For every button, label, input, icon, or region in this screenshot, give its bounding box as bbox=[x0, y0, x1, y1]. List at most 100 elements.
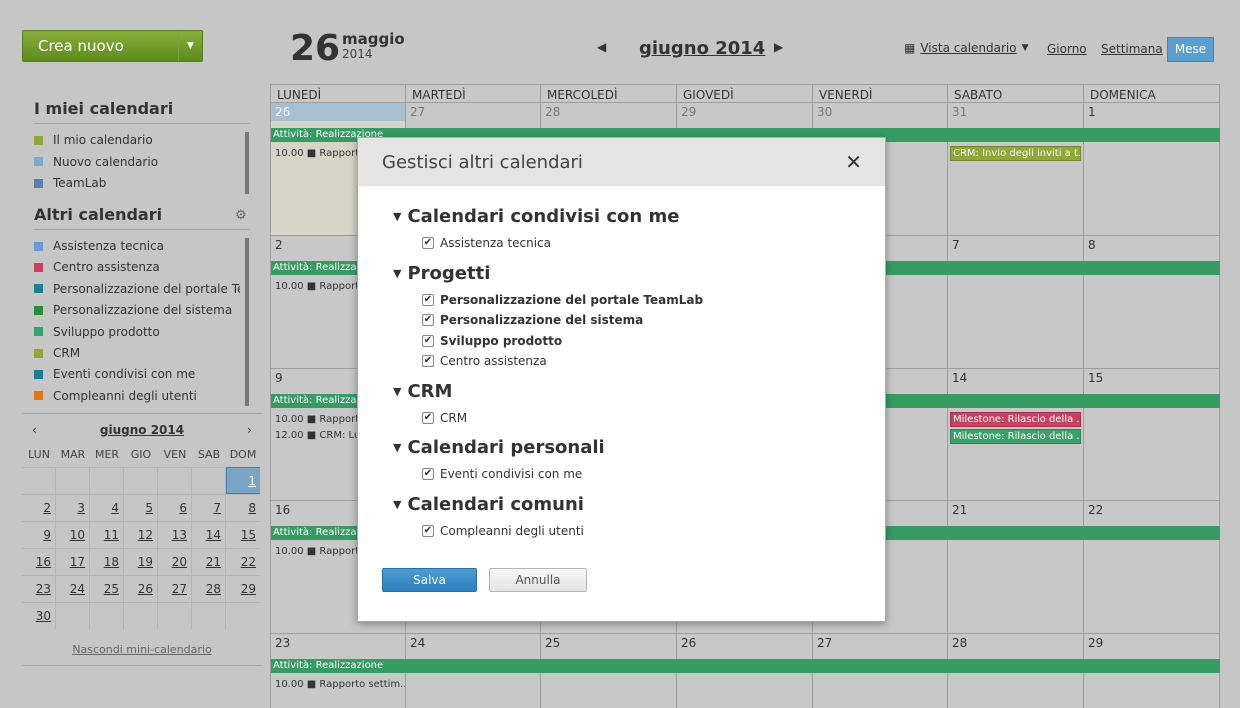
close-icon[interactable]: ✕ bbox=[845, 150, 862, 174]
gear-icon[interactable]: ⚙ bbox=[235, 208, 247, 223]
next-month-icon[interactable]: ▶ bbox=[774, 40, 783, 54]
triangle-down-icon[interactable]: ▼ bbox=[393, 267, 401, 280]
cancel-button[interactable]: Annulla bbox=[489, 568, 587, 592]
day-cell[interactable]: 8 bbox=[1084, 236, 1220, 369]
mini-day[interactable]: 4 bbox=[90, 494, 124, 521]
checkbox-checked-icon[interactable]: ✔ bbox=[422, 468, 434, 480]
prev-month-icon[interactable]: ◀ bbox=[597, 40, 606, 54]
sidebar-item-my-calendar[interactable]: Il mio calendario bbox=[34, 130, 240, 150]
sidebar-item-other-calendar[interactable]: Centro assistenza bbox=[34, 257, 240, 277]
day-cell[interactable]: 1 bbox=[1084, 103, 1220, 236]
mini-day[interactable]: 22 bbox=[226, 548, 260, 575]
color-swatch bbox=[34, 369, 43, 379]
mini-day[interactable]: 28 bbox=[192, 575, 226, 602]
checkbox-checked-icon[interactable]: ✔ bbox=[422, 293, 434, 306]
calendar-checkbox[interactable]: ✔ Centro assistenza bbox=[422, 354, 547, 368]
mini-day[interactable]: 11 bbox=[90, 521, 124, 548]
triangle-down-icon[interactable]: ▼ bbox=[393, 498, 401, 511]
hide-mini-calendar-link[interactable]: Nascondi mini-calendario bbox=[22, 643, 262, 656]
sidebar-item-other-calendar[interactable]: Assistenza tecnica bbox=[34, 236, 240, 256]
mini-day[interactable]: 30 bbox=[22, 602, 56, 629]
create-new-button[interactable]: Crea nuovo ▼ bbox=[22, 30, 203, 62]
mini-day[interactable]: 21 bbox=[192, 548, 226, 575]
mini-month-title[interactable]: giugno 2014 bbox=[100, 423, 184, 437]
mini-day[interactable]: 27 bbox=[158, 575, 192, 602]
event-chip[interactable]: Milestone: Rilascio della ... bbox=[950, 412, 1081, 427]
calendar-checkbox[interactable]: ✔ Eventi condivisi con me bbox=[422, 467, 582, 481]
calendar-checkbox[interactable]: ✔ Personalizzazione del portale TeamLab bbox=[422, 293, 703, 307]
sidebar-item-my-calendar[interactable]: Nuovo calendario bbox=[34, 152, 240, 172]
mini-day[interactable]: 16 bbox=[22, 548, 56, 575]
day-cell[interactable]: 31 bbox=[948, 103, 1084, 236]
event-chip[interactable]: Milestone: Rilascio della ... bbox=[950, 429, 1081, 444]
current-month-title[interactable]: giugno 2014 bbox=[639, 38, 765, 59]
event-bar[interactable]: Attività: Realizzazione bbox=[271, 659, 1220, 673]
mini-day[interactable]: 26 bbox=[124, 575, 158, 602]
view-day-link[interactable]: Giorno bbox=[1047, 42, 1087, 56]
sidebar-item-other-calendar[interactable]: Eventi condivisi con me bbox=[34, 364, 240, 384]
triangle-down-icon[interactable]: ▼ bbox=[393, 210, 401, 223]
mini-day[interactable]: 18 bbox=[90, 548, 124, 575]
mini-day[interactable]: 25 bbox=[90, 575, 124, 602]
group-header[interactable]: ▼ Progetti bbox=[393, 263, 490, 284]
calendar-icon: ▦ bbox=[904, 41, 916, 55]
triangle-down-icon[interactable]: ▼ bbox=[393, 441, 401, 454]
sidebar-item-other-calendar[interactable]: Compleanni degli utenti bbox=[34, 386, 240, 406]
mini-day[interactable]: 29 bbox=[226, 575, 260, 602]
group-header[interactable]: ▼ Calendari comuni bbox=[393, 494, 584, 515]
group-header[interactable]: ▼ Calendari personali bbox=[393, 437, 605, 458]
triangle-down-icon[interactable]: ▼ bbox=[393, 385, 401, 398]
calendar-checkbox[interactable]: ✔ Compleanni degli utenti bbox=[422, 524, 584, 538]
checkbox-checked-icon[interactable]: ✔ bbox=[422, 524, 434, 537]
mini-day[interactable]: 23 bbox=[22, 575, 56, 602]
calendar-checkbox[interactable]: ✔ Personalizzazione del sistema bbox=[422, 313, 643, 327]
mini-day[interactable]: 5 bbox=[124, 494, 158, 521]
checkbox-checked-icon[interactable]: ✔ bbox=[422, 411, 434, 424]
checkbox-checked-icon[interactable]: ✔ bbox=[422, 314, 434, 326]
sidebar-item-other-calendar[interactable]: Personalizzazione del sistema bbox=[34, 300, 240, 320]
mini-day[interactable]: 20 bbox=[158, 548, 192, 575]
day-cell[interactable]: 22 bbox=[1084, 501, 1220, 634]
mini-day[interactable]: 6 bbox=[158, 494, 192, 521]
view-month-button[interactable]: Mese bbox=[1167, 37, 1214, 62]
sidebar-item-other-calendar[interactable]: Sviluppo prodotto bbox=[34, 322, 240, 342]
mini-day[interactable]: 24 bbox=[56, 575, 90, 602]
view-week-link[interactable]: Settimana bbox=[1101, 42, 1163, 56]
mini-day[interactable]: 12 bbox=[124, 521, 158, 548]
mini-next-icon[interactable]: › bbox=[247, 423, 252, 437]
day-cell[interactable]: 15 bbox=[1084, 369, 1220, 501]
sidebar-item-my-calendar[interactable]: TeamLab bbox=[34, 173, 240, 193]
save-button[interactable]: Salva bbox=[382, 568, 477, 592]
group-header[interactable]: ▼ Calendari condivisi con me bbox=[393, 206, 679, 227]
mini-day[interactable]: 8 bbox=[226, 494, 260, 521]
event-item[interactable]: 10.00 ■ Rapporto settim... bbox=[271, 677, 405, 691]
mini-day[interactable]: 10 bbox=[56, 521, 90, 548]
calendar-checkbox[interactable]: ✔ Assistenza tecnica bbox=[422, 236, 551, 250]
day-cell[interactable]: 7 bbox=[948, 236, 1084, 369]
group-header[interactable]: ▼ CRM bbox=[393, 381, 452, 402]
checkbox-checked-icon[interactable]: ✔ bbox=[422, 334, 434, 347]
mini-day[interactable]: 14 bbox=[192, 521, 226, 548]
mini-day[interactable]: 3 bbox=[56, 494, 90, 521]
event-chip[interactable]: CRM: Invio degli inviti a t... bbox=[950, 146, 1081, 161]
scrollbar[interactable] bbox=[245, 238, 249, 406]
calendar-checkbox[interactable]: ✔ Sviluppo prodotto bbox=[422, 334, 562, 348]
calendar-view-selector[interactable]: ▦ Vista calendario ▼ bbox=[904, 41, 1029, 55]
mini-prev-icon[interactable]: ‹ bbox=[32, 423, 37, 437]
mini-day[interactable]: 19 bbox=[124, 548, 158, 575]
mini-day[interactable]: 1 bbox=[226, 467, 260, 494]
scrollbar[interactable] bbox=[245, 132, 249, 194]
sidebar-item-other-calendar[interactable]: Personalizzazione del portale TeamLab bbox=[34, 279, 240, 299]
mini-day[interactable]: 17 bbox=[56, 548, 90, 575]
mini-day[interactable]: 13 bbox=[158, 521, 192, 548]
mini-day[interactable]: 2 bbox=[22, 494, 56, 521]
checkbox-checked-icon[interactable]: ✔ bbox=[422, 237, 434, 249]
mini-day[interactable]: 9 bbox=[22, 521, 56, 548]
mini-day[interactable]: 7 bbox=[192, 494, 226, 521]
chevron-down-icon[interactable]: ▼ bbox=[178, 31, 202, 61]
sidebar-item-other-calendar[interactable]: CRM bbox=[34, 343, 240, 363]
checkbox-checked-icon[interactable]: ✔ bbox=[422, 355, 434, 367]
calendar-checkbox[interactable]: ✔ CRM bbox=[422, 411, 467, 425]
day-cell[interactable]: 21 bbox=[948, 501, 1084, 634]
mini-day[interactable]: 15 bbox=[226, 521, 260, 548]
